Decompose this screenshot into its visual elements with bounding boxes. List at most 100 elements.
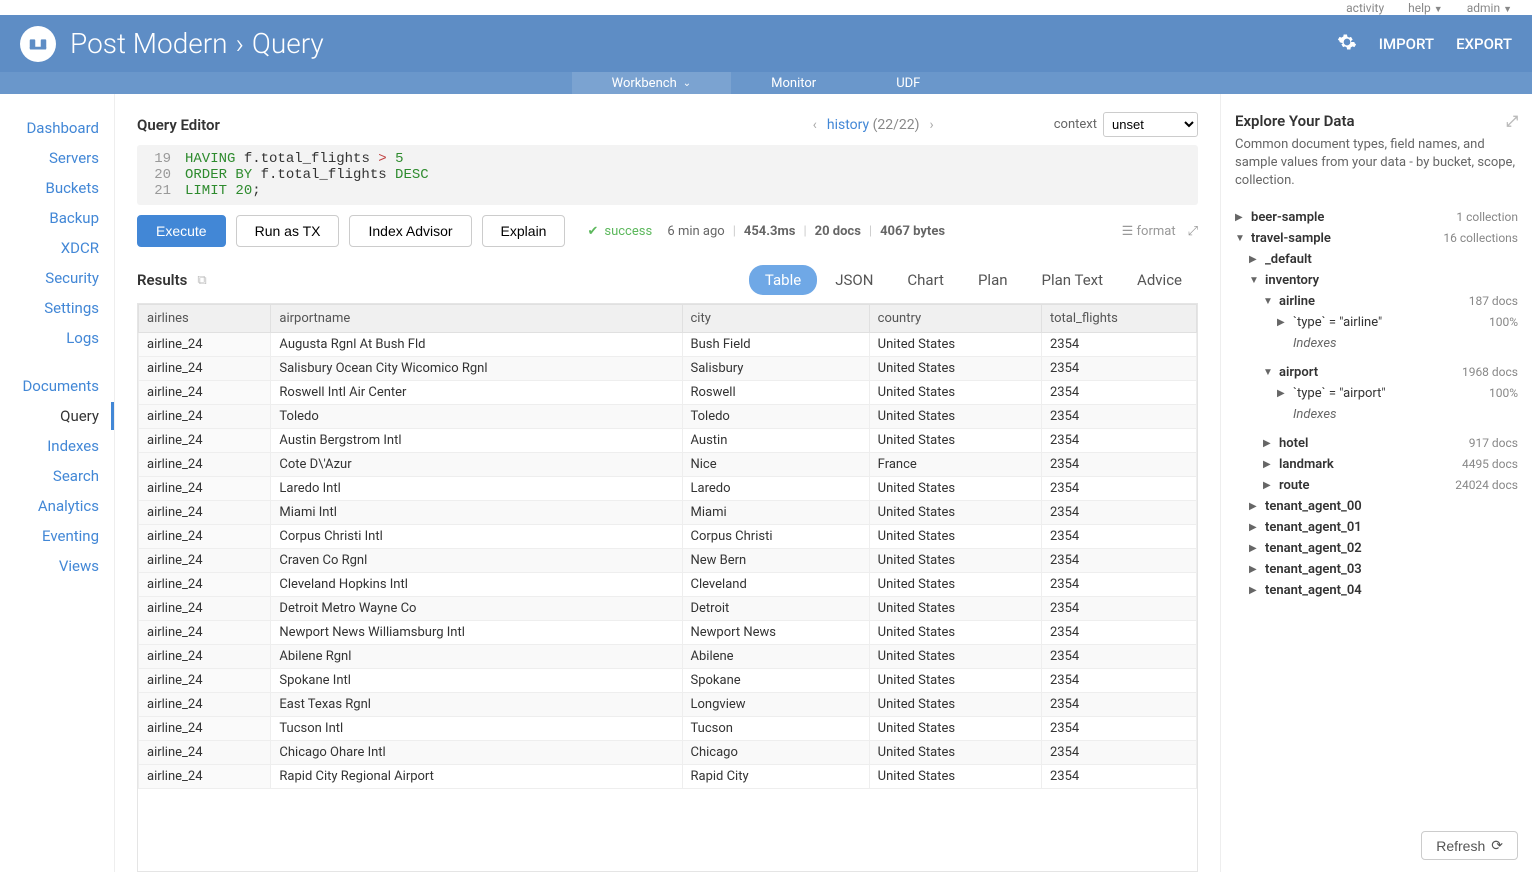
tree-toggle-icon: ▶ xyxy=(1249,254,1261,265)
history-link[interactable]: history xyxy=(827,117,869,133)
table-row[interactable]: airline_24Laredo IntlLaredoUnited States… xyxy=(139,477,1197,501)
tab-udf[interactable]: UDF xyxy=(856,72,960,94)
run-as-tx-button[interactable]: Run as TX xyxy=(236,215,340,247)
results-table-container[interactable]: airlinesairportnamecitycountrytotal_flig… xyxy=(137,303,1198,872)
copy-icon[interactable]: ⧉ xyxy=(197,273,206,288)
table-row[interactable]: airline_24Austin Bergstrom IntlAustinUni… xyxy=(139,429,1197,453)
sidebar-item-documents[interactable]: Documents xyxy=(0,372,114,400)
tree-toggle-icon: ▶ xyxy=(1249,585,1261,596)
sidebar-item-indexes[interactable]: Indexes xyxy=(0,432,114,460)
table-row[interactable]: airline_24Abilene RgnlAbileneUnited Stat… xyxy=(139,645,1197,669)
sidebar-item-analytics[interactable]: Analytics xyxy=(0,492,114,520)
logo-icon xyxy=(20,26,56,62)
result-tab-json[interactable]: JSON xyxy=(819,265,889,295)
refresh-button[interactable]: Refresh ⟳ xyxy=(1421,831,1518,860)
index-advisor-button[interactable]: Index Advisor xyxy=(349,215,471,247)
table-row[interactable]: airline_24Tucson IntlTucsonUnited States… xyxy=(139,717,1197,741)
chevron-down-icon: ⌄ xyxy=(683,78,691,89)
sidebar-item-backup[interactable]: Backup xyxy=(0,204,114,232)
explain-button[interactable]: Explain xyxy=(482,215,566,247)
tree-node[interactable]: ▼airline187 docs xyxy=(1235,291,1518,312)
result-tab-plan[interactable]: Plan xyxy=(962,265,1024,295)
table-row[interactable]: airline_24Salisbury Ocean City Wicomico … xyxy=(139,357,1197,381)
tab-monitor[interactable]: Monitor xyxy=(731,72,856,94)
sidebar-item-eventing[interactable]: Eventing xyxy=(0,522,114,550)
sidebar: DashboardServersBucketsBackupXDCRSecurit… xyxy=(0,94,115,872)
tree-node[interactable]: Indexes xyxy=(1235,404,1518,425)
result-tab-chart[interactable]: Chart xyxy=(891,265,960,295)
check-icon: ✔ xyxy=(587,224,598,239)
expand-icon[interactable]: ⤢ xyxy=(1188,224,1198,239)
table-row[interactable]: airline_24Corpus Christi IntlCorpus Chri… xyxy=(139,525,1197,549)
result-tab-table[interactable]: Table xyxy=(749,265,817,295)
tree-toggle-icon: ▶ xyxy=(1249,522,1261,533)
page-title: Post Modern›Query xyxy=(70,27,324,60)
tab-workbench[interactable]: Workbench⌄ xyxy=(572,72,731,94)
tree-node[interactable]: ▼travel-sample16 collections xyxy=(1235,228,1518,249)
tree-toggle-icon: ▼ xyxy=(1263,296,1275,307)
sidebar-item-query[interactable]: Query xyxy=(0,402,114,430)
table-row[interactable]: airline_24ToledoToledoUnited States2354 xyxy=(139,405,1197,429)
result-tab-plan-text[interactable]: Plan Text xyxy=(1026,265,1120,295)
tree-node[interactable]: ▶landmark4495 docs xyxy=(1235,454,1518,475)
topbar-admin[interactable]: admin▼ xyxy=(1467,1,1512,15)
tree-node[interactable]: ▶tenant_agent_04 xyxy=(1235,580,1518,601)
topbar-help[interactable]: help▼ xyxy=(1408,1,1443,15)
table-row[interactable]: airline_24Roswell Intl Air CenterRoswell… xyxy=(139,381,1197,405)
sidebar-item-settings[interactable]: Settings xyxy=(0,294,114,322)
table-row[interactable]: airline_24Spokane IntlSpokaneUnited Stat… xyxy=(139,669,1197,693)
tree-node[interactable]: ▶`type` = "airline"100% xyxy=(1235,312,1518,333)
tree-node[interactable]: ▶tenant_agent_03 xyxy=(1235,559,1518,580)
sidebar-item-dashboard[interactable]: Dashboard xyxy=(0,114,114,142)
execute-button[interactable]: Execute xyxy=(137,215,226,247)
topbar-activity[interactable]: activity xyxy=(1346,1,1384,15)
tree-node[interactable]: ▶_default xyxy=(1235,249,1518,270)
tree-node[interactable]: ▶tenant_agent_00 xyxy=(1235,496,1518,517)
tree-node[interactable]: ▶route24024 docs xyxy=(1235,475,1518,496)
column-header: country xyxy=(869,305,1041,333)
gear-icon[interactable] xyxy=(1337,32,1357,56)
expand-icon[interactable]: ⤢ xyxy=(1506,112,1518,130)
table-row[interactable]: airline_24Augusta Rgnl At Bush FldBush F… xyxy=(139,333,1197,357)
table-row[interactable]: airline_24East Texas RgnlLongviewUnited … xyxy=(139,693,1197,717)
sidebar-item-buckets[interactable]: Buckets xyxy=(0,174,114,202)
table-row[interactable]: airline_24Miami IntlMiamiUnited States23… xyxy=(139,501,1197,525)
table-row[interactable]: airline_24Detroit Metro Wayne CoDetroitU… xyxy=(139,597,1197,621)
sidebar-item-security[interactable]: Security xyxy=(0,264,114,292)
import-link[interactable]: IMPORT xyxy=(1379,35,1434,53)
format-button[interactable]: ☰ format xyxy=(1122,224,1176,239)
table-row[interactable]: airline_24Chicago Ohare IntlChicagoUnite… xyxy=(139,741,1197,765)
tree-toggle-icon: ▶ xyxy=(1263,438,1275,449)
tree-node[interactable]: ▶`type` = "airport"100% xyxy=(1235,383,1518,404)
tree-toggle-icon: ▶ xyxy=(1277,388,1289,399)
sidebar-item-servers[interactable]: Servers xyxy=(0,144,114,172)
history-count: (22/22) xyxy=(873,117,920,133)
column-header: airlines xyxy=(139,305,271,333)
tree-node[interactable]: ▶tenant_agent_01 xyxy=(1235,517,1518,538)
table-row[interactable]: airline_24Newport News Williamsburg Intl… xyxy=(139,621,1197,645)
panel-description: Common document types, field names, and … xyxy=(1235,136,1518,191)
tree-node[interactable]: ▶hotel917 docs xyxy=(1235,433,1518,454)
table-row[interactable]: airline_24Cote D\'AzurNiceFrance2354 xyxy=(139,453,1197,477)
export-link[interactable]: EXPORT xyxy=(1456,35,1512,53)
table-row[interactable]: airline_24Rapid City Regional AirportRap… xyxy=(139,765,1197,789)
table-row[interactable]: airline_24Cleveland Hopkins IntlClevelan… xyxy=(139,573,1197,597)
history-prev-icon[interactable]: ‹ xyxy=(813,117,817,133)
tree-node[interactable]: ▼inventory xyxy=(1235,270,1518,291)
tree-node[interactable]: ▶tenant_agent_02 xyxy=(1235,538,1518,559)
context-select[interactable]: unset xyxy=(1103,112,1198,137)
tree-node[interactable]: Indexes xyxy=(1235,333,1518,354)
sidebar-item-xdcr[interactable]: XDCR xyxy=(0,234,114,262)
tree-node[interactable]: ▶beer-sample1 collection xyxy=(1235,207,1518,228)
table-row[interactable]: airline_24Craven Co RgnlNew BernUnited S… xyxy=(139,549,1197,573)
history-next-icon[interactable]: › xyxy=(930,117,934,133)
result-tab-advice[interactable]: Advice xyxy=(1121,265,1198,295)
sidebar-item-search[interactable]: Search xyxy=(0,462,114,490)
tree-node[interactable]: ▼airport1968 docs xyxy=(1235,362,1518,383)
query-editor[interactable]: 19HAVING f.total_flights > 520ORDER BY f… xyxy=(137,145,1198,205)
tree-toggle-icon: ▶ xyxy=(1277,317,1289,328)
tree-toggle-icon: ▶ xyxy=(1249,501,1261,512)
context-label: context xyxy=(1054,117,1097,132)
sidebar-item-logs[interactable]: Logs xyxy=(0,324,114,352)
sidebar-item-views[interactable]: Views xyxy=(0,552,114,580)
